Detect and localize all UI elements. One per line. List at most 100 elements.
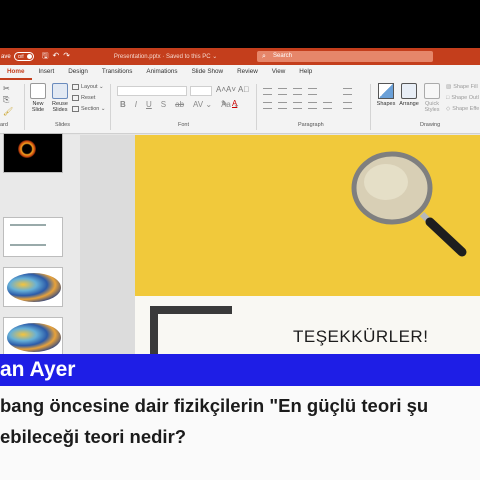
align-left-icon[interactable]	[263, 102, 272, 109]
reuse-slides-button[interactable]: Reuse Slides	[50, 83, 70, 113]
shapes-icon	[378, 83, 394, 99]
arrange-button[interactable]: Arrange	[398, 83, 420, 107]
autosave-toggle[interactable]: Off	[13, 52, 34, 61]
tab-transitions[interactable]: Transitions	[95, 66, 140, 80]
question-caption: bang öncesine dair fizikçilerin "En güçl…	[0, 386, 480, 480]
thanks-title[interactable]: TEŞEKKÜRLER!	[293, 327, 428, 347]
tab-help[interactable]: Help	[292, 66, 319, 80]
ribbon-separator	[256, 84, 257, 130]
font-name-box[interactable]	[117, 86, 187, 96]
text-direction-icon[interactable]	[343, 88, 352, 95]
new-slide-button[interactable]: New Slide	[28, 83, 48, 113]
section-label: Section ⌄	[81, 106, 106, 112]
search-placeholder: Search	[273, 53, 293, 59]
document-title[interactable]: Presentation.pptx · Saved to this PC ⌄	[114, 53, 217, 60]
section-icon	[72, 106, 79, 112]
search-box[interactable]: ⌕ Search	[257, 51, 433, 62]
ribbon-separator	[110, 84, 111, 130]
shadow-button[interactable]: S	[161, 100, 166, 109]
cmb-map-image	[7, 273, 61, 302]
quick-styles-icon	[424, 83, 440, 99]
quick-access-icons[interactable]: 🖫↶↷	[42, 50, 74, 64]
ribbon-separator	[370, 84, 371, 130]
clear-format-icon[interactable]: A⃠	[238, 85, 249, 94]
quick-styles-label: Quick Styles	[424, 101, 440, 113]
tab-design[interactable]: Design	[61, 66, 95, 80]
layout-label: Layout ⌄	[81, 84, 104, 90]
ribbon-tabs: Home Insert Design Transitions Animation…	[0, 65, 480, 80]
tab-animations[interactable]: Animations	[139, 66, 184, 80]
bullets-icon[interactable]	[263, 88, 272, 95]
shape-outline-button[interactable]: □ Shape Outl	[446, 95, 479, 101]
ribbon-separator	[24, 84, 25, 130]
shape-fill-label: Shape Fill	[453, 84, 478, 90]
powerpoint-window: ave Off 🖫↶↷ Presentation.pptx · Saved to…	[0, 48, 480, 354]
reuse-slides-icon	[52, 83, 68, 99]
columns-icon[interactable]	[323, 102, 332, 109]
slide-thumbnail-panel	[0, 133, 80, 354]
char-spacing-button[interactable]: AV ⌄	[193, 100, 212, 109]
shapes-button[interactable]: Shapes	[375, 83, 397, 107]
black-hole-image	[18, 140, 36, 158]
shape-fill-button[interactable]: ▧ Shape Fill	[446, 84, 478, 90]
reuse-slides-label: Reuse Slides	[52, 101, 68, 113]
layout-button[interactable]: Layout ⌄	[72, 84, 104, 90]
quick-styles-button[interactable]: Quick Styles	[421, 83, 443, 113]
search-icon: ⌕	[262, 53, 266, 60]
slide-thumbnail[interactable]	[3, 267, 63, 307]
slide-thumbnail[interactable]	[3, 217, 63, 257]
font-grow-icon[interactable]: A˄A˅	[216, 85, 236, 94]
question-line-1: bang öncesine dair fizikçilerin "En güçl…	[0, 395, 429, 416]
shape-outline-icon: □	[446, 95, 450, 101]
tab-view[interactable]: View	[265, 66, 293, 80]
font-size-box[interactable]	[190, 86, 212, 96]
tab-review[interactable]: Review	[230, 66, 265, 80]
copy-icon[interactable]: ⎘	[3, 95, 9, 105]
tab-slide-show[interactable]: Slide Show	[185, 66, 231, 80]
group-label-paragraph: Paragraph	[298, 122, 324, 128]
new-slide-icon	[30, 83, 46, 99]
magnifying-glass-image	[351, 151, 467, 257]
align-right-icon[interactable]	[293, 102, 302, 109]
current-slide[interactable]: TEŞEKKÜRLER!	[135, 135, 480, 354]
bracket-decoration	[150, 306, 232, 314]
align-text-icon[interactable]	[343, 102, 352, 109]
group-label-drawing: Drawing	[420, 122, 441, 128]
thumbnail-text-lines	[10, 224, 46, 246]
highlight-icon[interactable]: ✎	[221, 99, 228, 108]
format-painter-icon[interactable]: 🖌	[3, 107, 13, 116]
shape-effects-button[interactable]: ◇ Shape Effe	[446, 106, 479, 112]
reset-icon	[72, 95, 79, 101]
indent-icon[interactable]	[293, 88, 302, 95]
shape-outline-label: Shape Outl	[451, 95, 479, 101]
bold-button[interactable]: B	[120, 100, 126, 109]
group-label-font: Font	[178, 122, 190, 128]
cmb-map-image	[7, 323, 61, 352]
strikethrough-button[interactable]: ab	[175, 100, 184, 109]
shape-effects-label: Shape Effe	[452, 106, 480, 112]
font-color-icon[interactable]: A	[232, 99, 237, 108]
shapes-label: Shapes	[376, 101, 396, 107]
shape-effects-icon: ◇	[446, 106, 451, 112]
tab-insert[interactable]: Insert	[32, 66, 62, 80]
underline-button[interactable]: U	[146, 100, 152, 109]
reset-label: Reset	[81, 95, 96, 101]
line-spacing-icon[interactable]	[308, 88, 317, 95]
shape-fill-icon: ▧	[446, 84, 452, 90]
section-button[interactable]: Section ⌄	[72, 106, 105, 112]
reset-button[interactable]: Reset	[72, 95, 95, 101]
cut-icon[interactable]: ✂	[3, 84, 10, 93]
italic-button[interactable]: I	[135, 100, 137, 109]
tab-home[interactable]: Home	[0, 66, 32, 80]
justify-icon[interactable]	[308, 102, 317, 109]
numbering-icon[interactable]	[278, 88, 287, 95]
ribbon: ✂ ⎘ 🖌 ard New Slide Reuse Slides Layout …	[0, 80, 480, 134]
slide-thumbnail[interactable]	[3, 133, 63, 173]
align-center-icon[interactable]	[278, 102, 287, 109]
new-slide-label: New Slide	[31, 101, 45, 113]
slide-editor: TEŞEKKÜRLER!	[80, 135, 480, 354]
question-line-2: ebileceği teori nedir?	[0, 426, 187, 447]
slide-thumbnail[interactable]	[3, 317, 63, 354]
autosave-label: ave	[1, 53, 11, 60]
speaker-name-bar: an Ayer	[0, 354, 480, 386]
